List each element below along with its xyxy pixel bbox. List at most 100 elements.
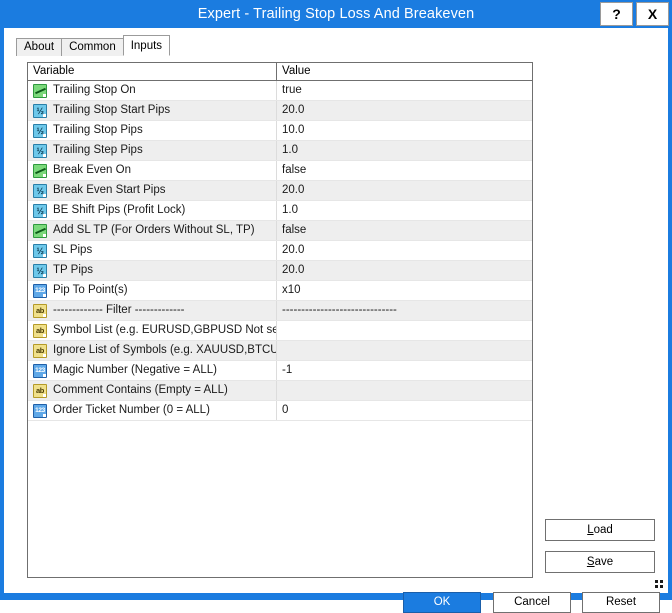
variable-cell: TP Pips xyxy=(28,261,277,280)
int-icon xyxy=(33,403,47,418)
variable-name: Add SL TP (For Orders Without SL, TP) xyxy=(53,224,255,236)
variable-name: Break Even On xyxy=(53,164,131,176)
string-icon xyxy=(33,343,47,358)
double-icon xyxy=(33,143,47,158)
variable-name: Trailing Step Pips xyxy=(53,144,143,156)
variable-name: Trailing Stop Pips xyxy=(53,124,143,136)
value-cell[interactable]: 20.0 xyxy=(277,261,532,280)
value-cell[interactable]: 20.0 xyxy=(277,241,532,260)
table-row[interactable]: BE Shift Pips (Profit Lock) 1.0 xyxy=(28,201,532,221)
variable-name: Trailing Stop On xyxy=(53,84,136,96)
bool-icon xyxy=(33,223,47,238)
value-cell[interactable]: 0 xyxy=(277,401,532,420)
table-row[interactable]: Trailing Stop Pips 10.0 xyxy=(28,121,532,141)
value-cell[interactable] xyxy=(277,381,532,400)
variable-cell: Trailing Stop Pips xyxy=(28,121,277,140)
int-icon xyxy=(33,363,47,378)
variable-cell: Trailing Stop On xyxy=(28,81,277,100)
table-row[interactable]: Comment Contains (Empty = ALL) xyxy=(28,381,532,401)
variable-name: Trailing Stop Start Pips xyxy=(53,104,171,116)
value-cell[interactable]: false xyxy=(277,161,532,180)
variable-name: TP Pips xyxy=(53,264,94,276)
close-button[interactable]: X xyxy=(636,2,669,26)
table-row[interactable]: Break Even On false xyxy=(28,161,532,181)
tab-about[interactable]: About xyxy=(16,38,63,56)
table-row[interactable]: Pip To Point(s) x10 xyxy=(28,281,532,301)
table-row[interactable]: Magic Number (Negative = ALL) -1 xyxy=(28,361,532,381)
string-icon xyxy=(33,323,47,338)
value-cell[interactable]: 10.0 xyxy=(277,121,532,140)
table-row[interactable]: TP Pips 20.0 xyxy=(28,261,532,281)
bool-icon xyxy=(33,83,47,98)
variable-cell: ------------- Filter ------------- xyxy=(28,301,277,320)
variable-cell: Magic Number (Negative = ALL) xyxy=(28,361,277,380)
variable-cell: Comment Contains (Empty = ALL) xyxy=(28,381,277,400)
expert-properties-window: Expert - Trailing Stop Loss And Breakeve… xyxy=(0,0,672,613)
reset-button[interactable]: Reset xyxy=(582,592,660,613)
table-row[interactable]: Break Even Start Pips 20.0 xyxy=(28,181,532,201)
double-icon xyxy=(33,263,47,278)
value-cell[interactable]: x10 xyxy=(277,281,532,300)
load-button-label: oad xyxy=(593,524,613,536)
bool-icon xyxy=(33,163,47,178)
table-row[interactable]: Ignore List of Symbols (e.g. XAUUSD,BTCU… xyxy=(28,341,532,361)
column-header-value[interactable]: Value xyxy=(277,63,532,80)
table-row[interactable]: Trailing Stop On true xyxy=(28,81,532,101)
variable-name: BE Shift Pips (Profit Lock) xyxy=(53,204,186,216)
variable-name: Magic Number (Negative = ALL) xyxy=(53,364,217,376)
value-cell[interactable] xyxy=(277,321,532,340)
variable-cell: Order Ticket Number (0 = ALL) xyxy=(28,401,277,420)
value-cell[interactable]: ------------------------------ xyxy=(277,301,532,320)
value-cell[interactable]: true xyxy=(277,81,532,100)
table-row[interactable]: ------------- Filter ------------- ------… xyxy=(28,301,532,321)
double-icon xyxy=(33,203,47,218)
window-title: Expert - Trailing Stop Loss And Breakeve… xyxy=(197,6,475,22)
variable-name: SL Pips xyxy=(53,244,93,256)
value-cell[interactable]: false xyxy=(277,221,532,240)
ok-button[interactable]: OK xyxy=(403,592,481,613)
variable-cell: Break Even On xyxy=(28,161,277,180)
variable-name: Ignore List of Symbols (e.g. XAUUSD,BTCU… xyxy=(53,344,276,356)
dialog-client-area: About Common Inputs Variable Value Trail… xyxy=(4,28,668,613)
table-row[interactable]: Symbol List (e.g. EURUSD,GBPUSD Not set.… xyxy=(28,321,532,341)
value-cell[interactable]: 20.0 xyxy=(277,181,532,200)
save-button[interactable]: Save xyxy=(545,551,655,573)
table-row[interactable]: Order Ticket Number (0 = ALL) 0 xyxy=(28,401,532,421)
variable-name: Break Even Start Pips xyxy=(53,184,166,196)
column-header-variable[interactable]: Variable xyxy=(28,63,277,80)
value-cell[interactable]: 1.0 xyxy=(277,141,532,160)
value-cell[interactable]: -1 xyxy=(277,361,532,380)
variable-name: Symbol List (e.g. EURUSD,GBPUSD Not set.… xyxy=(53,324,276,336)
variable-cell: Ignore List of Symbols (e.g. XAUUSD,BTCU… xyxy=(28,341,277,360)
table-row[interactable]: Add SL TP (For Orders Without SL, TP) fal… xyxy=(28,221,532,241)
value-cell[interactable]: 20.0 xyxy=(277,101,532,120)
table-body: Trailing Stop OntrueTrailing Stop Start … xyxy=(28,81,532,421)
value-cell[interactable]: 1.0 xyxy=(277,201,532,220)
string-icon xyxy=(33,383,47,398)
table-row[interactable]: Trailing Stop Start Pips 20.0 xyxy=(28,101,532,121)
variable-name: ------------- Filter ------------- xyxy=(53,304,185,316)
tab-strip: About Common Inputs xyxy=(16,35,171,56)
variable-name: Pip To Point(s) xyxy=(53,284,128,296)
tab-common[interactable]: Common xyxy=(61,38,124,56)
table-header-row: Variable Value xyxy=(28,63,532,81)
variable-cell: Trailing Stop Start Pips xyxy=(28,101,277,120)
variable-cell: Pip To Point(s) xyxy=(28,281,277,300)
double-icon xyxy=(33,103,47,118)
help-button[interactable]: ? xyxy=(600,2,633,26)
variable-cell: BE Shift Pips (Profit Lock) xyxy=(28,201,277,220)
table-row[interactable]: Trailing Step Pips 1.0 xyxy=(28,141,532,161)
variable-cell: Symbol List (e.g. EURUSD,GBPUSD Not set.… xyxy=(28,321,277,340)
inputs-table[interactable]: Variable Value Trailing Stop OntrueTrail… xyxy=(27,62,533,578)
table-row[interactable]: SL Pips 20.0 xyxy=(28,241,532,261)
tab-inputs[interactable]: Inputs xyxy=(122,35,171,56)
resize-grip[interactable] xyxy=(655,580,665,590)
save-button-label: ave xyxy=(594,556,614,568)
load-button[interactable]: Load xyxy=(545,519,655,541)
save-button-mnemonic: S xyxy=(586,556,595,568)
title-bar[interactable]: Expert - Trailing Stop Loss And Breakeve… xyxy=(0,0,672,28)
double-icon xyxy=(33,123,47,138)
cancel-button[interactable]: Cancel xyxy=(493,592,571,613)
value-cell[interactable] xyxy=(277,341,532,360)
variable-name: Order Ticket Number (0 = ALL) xyxy=(53,404,210,416)
